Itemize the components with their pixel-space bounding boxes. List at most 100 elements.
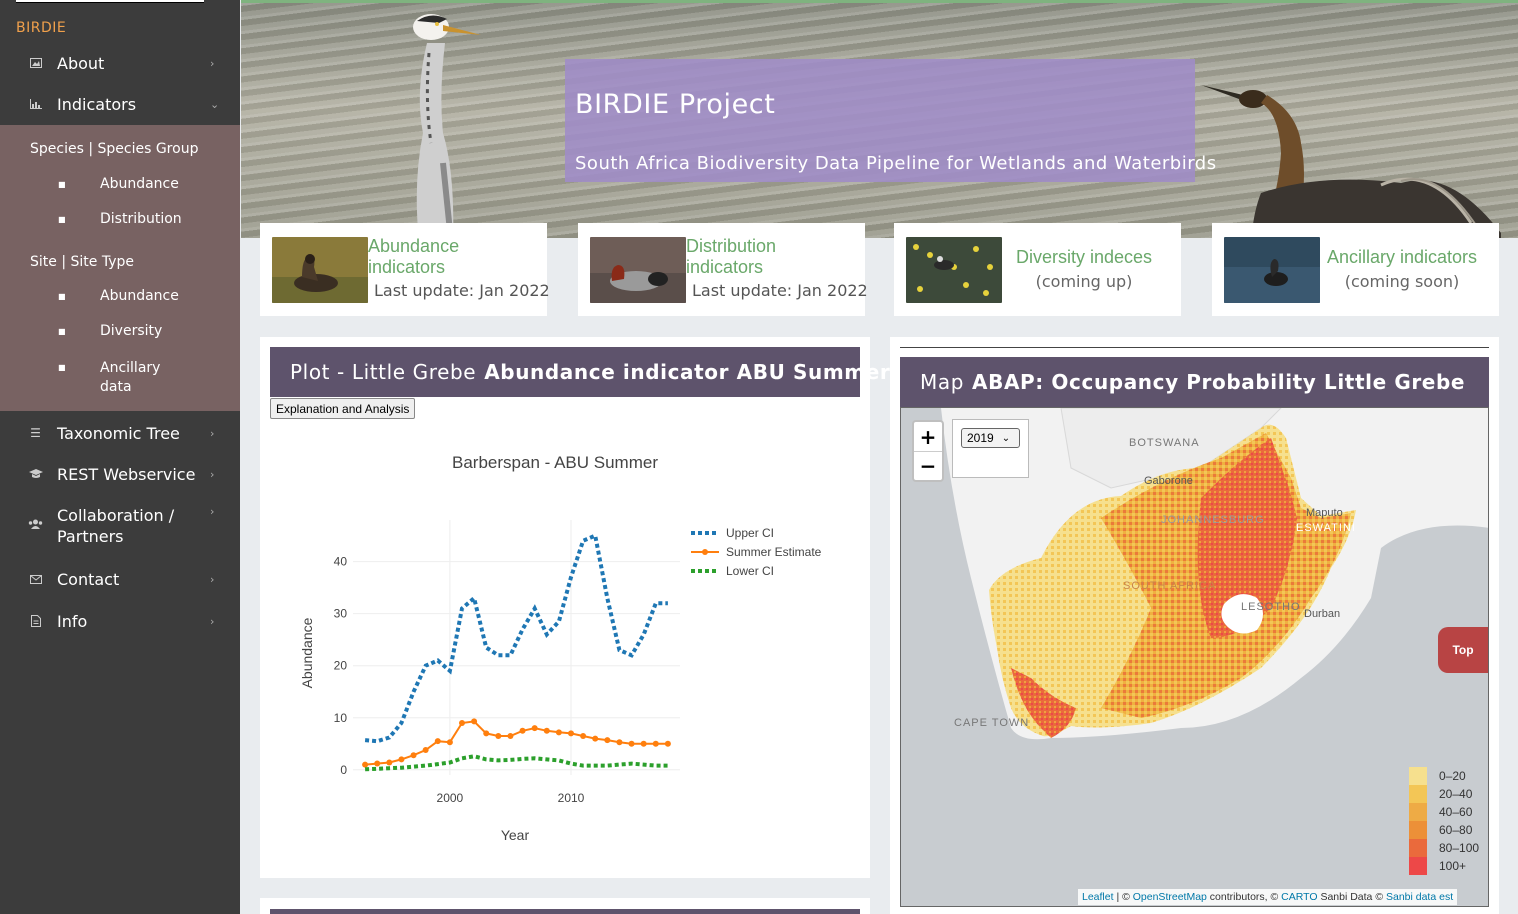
zoom-out-button[interactable]: −: [914, 451, 942, 480]
legend-label: 60–80: [1439, 823, 1473, 837]
nav-indicators[interactable]: Indicators ⌄: [0, 93, 240, 115]
legend-item: 100+: [1409, 857, 1489, 875]
submenu-item-site-diversity[interactable]: ■ Diversity: [58, 323, 162, 341]
data-point: [568, 730, 574, 737]
chart-legend[interactable]: Upper CI Summer Estimate Lower CI: [691, 526, 822, 578]
bar-chart-icon: [0, 99, 57, 109]
data-point: [507, 732, 514, 739]
card-title[interactable]: Ancillary indicators: [1317, 247, 1487, 268]
data-point: [628, 740, 635, 747]
submenu-item-species-distribution[interactable]: ■ Distribution: [58, 211, 182, 229]
list-icon: ☰: [30, 426, 41, 440]
nav-contact-label: Contact: [57, 569, 120, 589]
chart-axes: 0 10 20 30 40 2000 2010: [334, 555, 585, 805]
back-to-top-button[interactable]: Top: [1438, 627, 1488, 673]
map-label-south-africa: SOUTH AFRICA: [1123, 580, 1217, 592]
data-point: [580, 732, 587, 739]
osm-link[interactable]: OpenStreetMap: [1133, 891, 1207, 903]
data-point: [495, 732, 502, 739]
sidebar: BIRDIE About › Indicators ⌄ Species | Sp…: [0, 0, 240, 914]
card-text: Diversity indeces (coming up): [999, 247, 1169, 291]
nav-info[interactable]: Info ›: [0, 610, 240, 632]
chevron-right-icon: ›: [210, 426, 215, 440]
legend-swatch: [1409, 857, 1427, 875]
legend-swatch: [1409, 821, 1427, 839]
map-attribution: Leaflet | © OpenStreetMap contributors, …: [1078, 889, 1458, 905]
map-legend: 0–20 20–40 40–60 60–80 80–100 100+: [1409, 767, 1489, 875]
legend-label: Lower CI: [726, 564, 774, 578]
chart-x-label: Year: [501, 827, 530, 843]
nav-taxonomic-tree-label: Taxonomic Tree: [57, 423, 180, 443]
map-label-lesotho: LESOTHO: [1241, 601, 1301, 613]
year-select[interactable]: 2019 ⌄: [961, 428, 1020, 448]
y-tick-label: 20: [334, 659, 348, 673]
year-control: 2019 ⌄: [952, 419, 1029, 478]
nav-taxonomic-tree[interactable]: ☰ Taxonomic Tree ›: [0, 422, 240, 444]
chevron-right-icon: ›: [210, 467, 215, 481]
legend-label: 80–100: [1439, 841, 1480, 855]
nav-info-label: Info: [57, 611, 88, 631]
legend-item: 80–100: [1409, 839, 1489, 857]
card-abundance-indicators[interactable]: Abundance indicators Last update: Jan 20…: [260, 223, 550, 316]
submenu-item-site-ancillary[interactable]: ■ Ancillary data: [58, 359, 168, 397]
card-title[interactable]: Abundance indicators: [368, 236, 533, 278]
card-distribution-indicators[interactable]: Distribution indicators Last update: Jan…: [578, 223, 868, 316]
wetland-flowers-thumbnail: [906, 237, 1002, 303]
submenu-group-species: Species | Species Group: [30, 141, 199, 157]
heron-neck-image: [416, 43, 454, 238]
legend-swatch: [1409, 767, 1427, 785]
data-point: [410, 752, 417, 759]
nav-contact[interactable]: Contact ›: [0, 568, 240, 590]
card-diversity-indeces[interactable]: Diversity indeces (coming up): [894, 223, 1181, 316]
hero-subtitle: South Africa Biodiversity Data Pipeline …: [575, 153, 1217, 174]
legend-swatch: [1409, 785, 1427, 803]
card-title[interactable]: Distribution indicators: [686, 236, 851, 278]
map-canvas[interactable]: [901, 408, 1489, 907]
legend-marker: [702, 549, 708, 555]
legend-label: 40–60: [1439, 805, 1473, 819]
data-point: [519, 727, 526, 734]
hero-title-box: BIRDIE Project South Africa Biodiversity…: [565, 59, 1216, 182]
legend-label: 20–40: [1439, 787, 1473, 801]
submenu-group-site: Site | Site Type: [30, 254, 134, 270]
water-bird-thumbnail: [1224, 237, 1320, 303]
y-tick-label: 0: [340, 763, 347, 777]
card-title[interactable]: Diversity indeces: [999, 247, 1169, 268]
chevron-right-icon: ›: [210, 56, 215, 70]
map-title-prefix: Map: [920, 370, 965, 394]
data-point: [434, 738, 441, 745]
map-label-maputo: Maputo: [1306, 507, 1343, 519]
logo-strip: [16, 0, 204, 3]
legend-item: 0–20: [1409, 767, 1489, 785]
data-point: [664, 740, 671, 747]
anhinga-image: [1201, 85, 1501, 238]
zoom-in-button[interactable]: +: [914, 422, 942, 451]
leaflet-link[interactable]: Leaflet: [1082, 891, 1114, 903]
map-title-bold: ABAP: Occupancy Probability Little Grebe: [972, 370, 1466, 394]
occupancy-map[interactable]: BOTSWANA Gaborone JOHANNESBURG Maputo ES…: [900, 407, 1489, 907]
card-text: Ancillary indicators (coming soon): [1317, 247, 1487, 291]
abundance-chart: Barberspan - ABU Summer 0 10 20 30 40 2000 201…: [299, 453, 822, 843]
brand-label[interactable]: BIRDIE: [16, 20, 66, 36]
plot-panel-title: Plot - Little Grebe Abundance indicator A…: [270, 347, 890, 397]
legend-label: Upper CI: [726, 526, 774, 540]
nav-about[interactable]: About ›: [0, 52, 240, 74]
data-point: [604, 737, 611, 744]
data-point: [459, 719, 465, 726]
map-label-gaborone: Gaborone: [1144, 475, 1193, 487]
y-tick-label: 10: [334, 711, 348, 725]
sanbi-link[interactable]: Sanbi data est: [1386, 891, 1453, 903]
data-point: [446, 739, 453, 746]
card-last-update: Last update: Jan 2022: [692, 281, 868, 300]
chart-y-label: Abundance: [299, 617, 315, 688]
data-point: [422, 747, 429, 754]
card-ancillary-indicators[interactable]: Ancillary indicators (coming soon): [1212, 223, 1499, 316]
series-line-0: [364, 532, 668, 744]
data-point: [362, 761, 369, 768]
nav-rest-webservice[interactable]: REST Webservice ›: [0, 463, 240, 485]
submenu-item-species-abundance[interactable]: ■ Abundance: [58, 176, 179, 194]
carto-link[interactable]: CARTO: [1281, 891, 1317, 903]
submenu-item-site-abundance[interactable]: ■ Abundance: [58, 288, 179, 306]
explanation-analysis-button[interactable]: Explanation and Analysis: [270, 398, 416, 419]
nav-collaboration[interactable]: Collaboration / Partners ›: [0, 505, 240, 547]
